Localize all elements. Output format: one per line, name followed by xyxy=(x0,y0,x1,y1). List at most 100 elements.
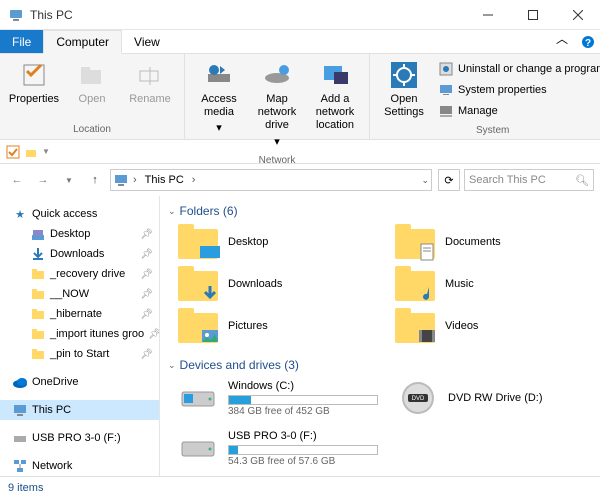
up-button[interactable]: ↑ xyxy=(84,169,106,191)
app-icon xyxy=(8,7,24,23)
sidebar-item[interactable]: Desktop📌︎ xyxy=(0,224,159,244)
window-title: This PC xyxy=(30,8,73,22)
folder-icon xyxy=(178,224,218,260)
sidebar-item[interactable]: _pin to Start📌︎ xyxy=(0,344,159,364)
properties-icon xyxy=(20,61,48,89)
media-icon xyxy=(204,60,234,90)
qat-dropdown[interactable]: ▼ xyxy=(42,147,50,156)
folder-item[interactable]: Downloads xyxy=(178,266,375,302)
onedrive-icon xyxy=(12,374,28,390)
drive-icon xyxy=(12,430,28,446)
help-button[interactable]: ? xyxy=(576,30,600,53)
open-icon xyxy=(78,61,106,89)
ribbon-body: Properties Open Rename Location Access m… xyxy=(0,54,600,140)
pin-icon: 📌︎ xyxy=(140,249,153,260)
ribbon-properties[interactable]: Properties xyxy=(6,56,62,122)
collapse-ribbon-button[interactable]: ︿ xyxy=(556,30,568,53)
rename-icon xyxy=(136,61,164,89)
forward-button[interactable]: → xyxy=(32,169,54,191)
qat-checkbox-icon[interactable] xyxy=(6,145,20,159)
sidebar-item[interactable]: _recovery drive📌︎ xyxy=(0,264,159,284)
uninstall-icon xyxy=(438,61,454,77)
qat-folder-icon[interactable] xyxy=(24,145,38,159)
sys-props-icon xyxy=(438,82,454,98)
ribbon-sys-props[interactable]: System properties xyxy=(436,80,600,100)
folder-icon xyxy=(30,306,46,322)
collapse-icon: ⌄ xyxy=(168,206,176,217)
ribbon-open-settings[interactable]: Open Settings xyxy=(376,56,432,123)
folder-icon xyxy=(178,266,218,302)
sidebar-item[interactable]: _import itunes groo📌︎ xyxy=(0,324,159,344)
sidebar-network[interactable]: Network xyxy=(0,456,159,476)
maximize-button[interactable] xyxy=(510,0,555,30)
tab-file[interactable]: File xyxy=(0,30,43,53)
back-button[interactable]: ← xyxy=(6,169,28,191)
recent-button[interactable]: ▼ xyxy=(58,169,80,191)
sidebar-onedrive[interactable]: OneDrive xyxy=(0,372,159,392)
pin-icon: 📌︎ xyxy=(140,269,153,280)
ribbon-map-drive[interactable]: Map network drive▾ xyxy=(249,56,305,153)
folder-icon xyxy=(395,266,435,302)
pc-icon xyxy=(113,172,129,188)
folder-item[interactable]: Videos xyxy=(395,308,592,344)
folder-item[interactable]: Documents xyxy=(395,224,592,260)
folder-item[interactable]: Desktop xyxy=(178,224,375,260)
ribbon-access-media[interactable]: Access media▾ xyxy=(191,56,247,153)
address-bar: ← → ▼ ↑ › This PC › ⌄ ⟳ Search This PC 🔍… xyxy=(0,164,600,196)
dvd-icon: DVD xyxy=(398,378,438,418)
collapse-icon: ⌄ xyxy=(168,360,176,371)
settings-icon xyxy=(389,60,419,90)
sidebar-this-pc[interactable]: This PC xyxy=(0,400,159,420)
pin-icon: 📌︎ xyxy=(140,349,153,360)
folder-icon xyxy=(30,226,46,242)
ribbon-tabs: File Computer View ︿ ? xyxy=(0,30,600,54)
path-segment[interactable]: This PC xyxy=(141,174,188,186)
sidebar-item[interactable]: __NOW📌︎ xyxy=(0,284,159,304)
drive-item[interactable]: DVDDVD RW Drive (D:) xyxy=(398,378,592,418)
close-button[interactable] xyxy=(555,0,600,30)
minimize-button[interactable] xyxy=(465,0,510,30)
map-drive-icon xyxy=(262,60,292,90)
ribbon-manage[interactable]: Manage xyxy=(436,101,600,121)
folder-item[interactable]: Pictures xyxy=(178,308,375,344)
folder-icon xyxy=(30,286,46,302)
folders-header[interactable]: ⌄Folders (6) xyxy=(168,200,592,222)
folder-icon xyxy=(178,308,218,344)
drive-item[interactable]: Windows (C:)384 GB free of 452 GB xyxy=(178,378,378,418)
sidebar-quick-access[interactable]: ★Quick access xyxy=(0,204,159,224)
search-box[interactable]: Search This PC 🔍︎ xyxy=(464,169,594,191)
folder-icon xyxy=(30,246,46,262)
ribbon-open: Open xyxy=(64,56,120,122)
address-path[interactable]: › This PC › ⌄ xyxy=(110,169,432,191)
capacity-bar xyxy=(228,395,378,405)
ribbon-uninstall[interactable]: Uninstall or change a program xyxy=(436,59,600,79)
sidebar-usb[interactable]: USB PRO 3-0 (F:) xyxy=(0,428,159,448)
network-icon xyxy=(12,458,28,474)
folder-item[interactable]: Music xyxy=(395,266,592,302)
sidebar-item[interactable]: _hibernate📌︎ xyxy=(0,304,159,324)
tab-computer[interactable]: Computer xyxy=(43,30,122,54)
drive-item[interactable]: USB PRO 3-0 (F:)54.3 GB free of 57.6 GB xyxy=(178,428,378,468)
hdd-icon xyxy=(178,378,218,418)
title-bar: This PC xyxy=(0,0,600,30)
content-pane: ⌄Folders (6) Desktop Documents Downloads Mu… xyxy=(160,196,600,476)
status-bar: 9 items xyxy=(0,476,600,498)
folder-icon xyxy=(30,346,46,362)
manage-icon xyxy=(438,103,454,119)
ribbon-rename: Rename xyxy=(122,56,178,122)
ribbon-add-location[interactable]: Add a network location xyxy=(307,56,363,153)
pc-icon xyxy=(12,402,28,418)
folder-icon xyxy=(30,266,46,282)
pin-icon: 📌︎ xyxy=(140,229,153,240)
drives-header[interactable]: ⌄Devices and drives (3) xyxy=(168,354,592,376)
add-location-icon xyxy=(320,60,350,90)
hdd-icon xyxy=(178,428,218,468)
status-count: 9 items xyxy=(8,482,43,494)
refresh-button[interactable]: ⟳ xyxy=(438,169,460,191)
svg-text:DVD: DVD xyxy=(412,396,425,402)
pin-icon: 📌︎ xyxy=(140,309,153,320)
path-dropdown[interactable]: ⌄ xyxy=(421,175,429,186)
sidebar-item[interactable]: Downloads📌︎ xyxy=(0,244,159,264)
tab-view[interactable]: View xyxy=(122,30,172,53)
svg-text:?: ? xyxy=(585,38,591,49)
